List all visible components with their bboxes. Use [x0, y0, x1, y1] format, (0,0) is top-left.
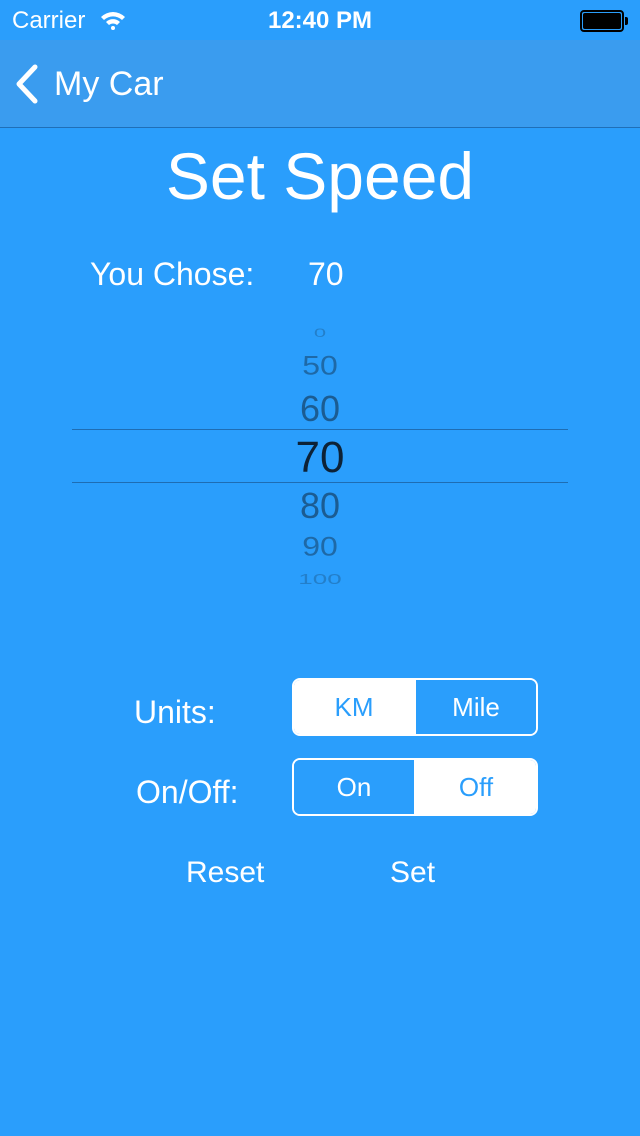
units-mile-segment[interactable]: Mile: [414, 680, 536, 734]
back-label: My Car: [54, 64, 164, 103]
picker-item[interactable]: 50: [72, 350, 568, 381]
status-bar: Carrier 12:40 PM: [0, 0, 640, 40]
units-segmented-control[interactable]: KM Mile: [292, 678, 538, 736]
units-label: Units:: [134, 694, 216, 730]
back-button[interactable]: My Car: [14, 62, 164, 106]
chosen-speed-label: You Chose:: [90, 256, 255, 292]
picker-item[interactable]: 100: [72, 571, 568, 588]
on-off-segmented-control[interactable]: On Off: [292, 758, 538, 816]
picker-item[interactable]: 0: [72, 326, 568, 340]
status-time: 12:40 PM: [267, 7, 373, 34]
speed-picker[interactable]: 0 50 60 70 80 90 100: [72, 318, 568, 590]
reset-button[interactable]: Reset: [186, 856, 264, 890]
picker-item[interactable]: 80: [72, 485, 568, 527]
off-segment[interactable]: Off: [414, 760, 536, 814]
on-segment[interactable]: On: [294, 760, 414, 814]
set-button[interactable]: Set: [390, 856, 435, 890]
page-title: Set Speed: [165, 139, 475, 213]
picker-item[interactable]: 60: [72, 388, 568, 430]
picker-item-selected[interactable]: 70: [72, 433, 568, 483]
on-off-label: On/Off:: [136, 774, 239, 810]
units-km-segment[interactable]: KM: [294, 680, 414, 734]
battery-icon: [580, 10, 628, 32]
chosen-speed-value: 70: [308, 256, 344, 292]
navigation-bar: My Car: [0, 40, 640, 128]
picker-item[interactable]: 90: [72, 531, 568, 562]
chevron-left-icon: [16, 64, 38, 104]
